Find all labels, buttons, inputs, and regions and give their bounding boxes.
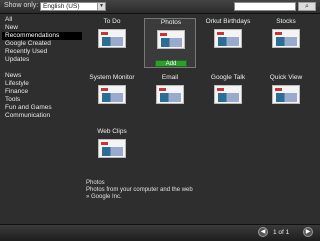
- gadget-title: Photos: [160, 19, 182, 26]
- sidebar-item-news[interactable]: News: [2, 72, 82, 80]
- sidebar-item-tools[interactable]: Tools: [2, 96, 82, 104]
- gadget-title: Web Clips: [97, 128, 127, 135]
- gadget-web-clips[interactable]: Web Clips: [86, 128, 138, 178]
- add-button[interactable]: Add: [155, 60, 187, 67]
- gadget-stocks[interactable]: Stocks: [260, 18, 312, 68]
- gadget-title: Orkut Birthdays: [205, 18, 251, 25]
- previous-page-button[interactable]: ◀: [258, 227, 268, 237]
- gadget-thumbnail[interactable]: [214, 29, 242, 48]
- gadget-title: To Do: [103, 18, 121, 25]
- sidebar-item-fun-and-games[interactable]: Fun and Games: [2, 104, 82, 112]
- gadget-thumbnail[interactable]: [157, 30, 185, 49]
- description-text: Photos from your computer and the web: [86, 187, 193, 193]
- chevron-down-icon[interactable]: ▼: [97, 3, 105, 10]
- sidebar-item-finance[interactable]: Finance: [2, 88, 82, 96]
- sidebar-item-all[interactable]: All: [2, 16, 82, 24]
- language-dropdown[interactable]: English (US) ▼: [40, 2, 106, 11]
- sidebar-item-communication[interactable]: Communication: [2, 112, 82, 120]
- gadget-photos[interactable]: Photos Add: [144, 18, 196, 68]
- gadget-orkut-birthdays[interactable]: Orkut Birthdays: [202, 18, 254, 68]
- gadget-thumbnail[interactable]: [272, 85, 300, 104]
- gadget-title: Email: [161, 74, 179, 81]
- gadget-system-monitor[interactable]: System Monitor: [86, 74, 138, 124]
- gadget-thumbnail[interactable]: [214, 85, 242, 104]
- sidebar-item-google-created[interactable]: Google Created: [2, 40, 82, 48]
- category-sidebar: All New Recommendations Google Created R…: [2, 16, 82, 216]
- sidebar-item-updates[interactable]: Updates: [2, 56, 82, 64]
- gadget-to-do[interactable]: To Do: [86, 18, 138, 68]
- sidebar-item-recently-used[interactable]: Recently Used: [2, 48, 82, 56]
- gadget-thumbnail[interactable]: [98, 139, 126, 158]
- gadget-title: Google Talk: [210, 74, 246, 81]
- gadget-quick-view[interactable]: Quick View: [260, 74, 312, 124]
- gadget-description: Photos Photos from your computer and the…: [86, 180, 256, 201]
- pagination-bar: [0, 224, 320, 241]
- gadget-title: System Monitor: [89, 74, 135, 81]
- top-toolbar: Show only: English (US) ▼ ⌕: [0, 0, 320, 14]
- description-author-link[interactable]: » Google Inc.: [86, 194, 256, 201]
- show-only-label: Show only:: [4, 2, 39, 9]
- gadget-thumbnail[interactable]: [98, 85, 126, 104]
- search-button[interactable]: ⌕: [298, 2, 316, 11]
- description-title: Photos: [86, 180, 105, 186]
- search-input[interactable]: [234, 2, 296, 11]
- gadget-thumbnail[interactable]: [156, 85, 184, 104]
- sidebar-item-new[interactable]: New: [2, 24, 82, 32]
- gadget-google-talk[interactable]: Google Talk: [202, 74, 254, 124]
- gadget-thumbnail[interactable]: [272, 29, 300, 48]
- sidebar-divider: [2, 64, 82, 72]
- page-indicator: 1 of 1: [273, 229, 290, 236]
- gadget-thumbnail[interactable]: [98, 29, 126, 48]
- gadget-grid: To Do Photos Add Orkut Birthdays Stocks …: [86, 18, 318, 158]
- sidebar-item-lifestyle[interactable]: Lifestyle: [2, 80, 82, 88]
- language-dropdown-value: English (US): [43, 3, 80, 10]
- gadget-title: Stocks: [276, 18, 296, 25]
- next-page-button[interactable]: ▶: [303, 227, 313, 237]
- gadget-email[interactable]: Email: [144, 74, 196, 124]
- gadget-title: Quick View: [269, 74, 303, 81]
- sidebar-item-recommendations[interactable]: Recommendations: [2, 32, 82, 40]
